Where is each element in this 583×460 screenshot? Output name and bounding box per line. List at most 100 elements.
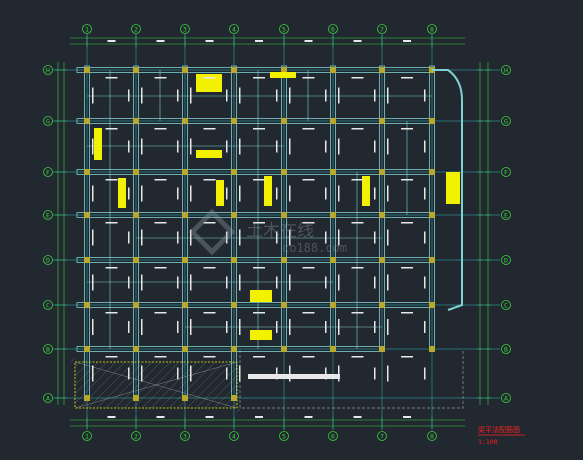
column <box>231 302 237 308</box>
dimension-value <box>205 40 214 42</box>
beam-label <box>401 77 413 79</box>
drawing-title-scale: 1:100 <box>478 438 498 446</box>
column <box>281 302 287 308</box>
column <box>182 118 188 124</box>
beam-label <box>177 89 179 102</box>
beam-label <box>239 319 241 335</box>
axis-bubble-label: 3 <box>183 433 187 441</box>
beam-label <box>424 321 426 333</box>
column <box>429 169 435 175</box>
column <box>330 346 336 352</box>
beam-label <box>190 87 192 104</box>
beam-label <box>351 312 364 314</box>
column <box>429 346 435 352</box>
column <box>133 67 139 73</box>
axis-bubble-label: 3 <box>183 26 187 34</box>
dimension-value <box>107 40 116 42</box>
beam-label <box>387 274 389 291</box>
beam-label <box>141 138 143 155</box>
beam-label <box>253 312 265 314</box>
axis-bubble-label: 5 <box>282 433 286 441</box>
beam-label <box>128 321 130 333</box>
column <box>84 302 90 308</box>
beam-label <box>374 367 376 380</box>
beam-label <box>338 185 340 202</box>
beam-label <box>154 179 167 181</box>
dimension-value <box>353 416 362 418</box>
column <box>133 169 139 175</box>
beam-label <box>289 138 291 155</box>
column <box>133 257 139 263</box>
column <box>379 346 385 352</box>
beam-label <box>92 229 94 246</box>
axis-bubble-label: B <box>46 346 50 354</box>
beam-label <box>141 87 143 104</box>
beam-label <box>203 179 216 181</box>
axis-bubble-label: 7 <box>380 26 384 34</box>
beam-label <box>141 274 143 291</box>
axis-bubble-label: D <box>504 257 508 265</box>
beam-label <box>325 140 327 153</box>
beam-label <box>239 229 241 246</box>
column <box>84 67 90 73</box>
beam-label <box>253 179 265 181</box>
column <box>84 395 90 401</box>
beam-label <box>338 87 340 104</box>
column <box>231 169 237 175</box>
axis-bubble-label: 6 <box>331 433 335 441</box>
beam-label <box>239 365 241 382</box>
beam-label <box>302 179 315 181</box>
column <box>231 118 237 124</box>
dimension-value <box>156 40 165 42</box>
column <box>330 67 336 73</box>
beam-label <box>105 312 118 314</box>
beam-label <box>351 222 364 224</box>
beam-label <box>374 89 376 102</box>
column <box>281 212 287 218</box>
beam-label <box>302 128 315 130</box>
beam-label <box>424 89 426 102</box>
beam-label <box>239 87 241 104</box>
beam-label <box>374 140 376 153</box>
dimension-value <box>107 416 116 418</box>
axis-bubble-label: 4 <box>232 26 236 34</box>
column <box>429 257 435 263</box>
column <box>379 257 385 263</box>
beam-label <box>203 128 216 130</box>
column <box>379 302 385 308</box>
beam-label <box>253 128 265 130</box>
axis-bubble-label: 1 <box>85 26 89 34</box>
axis-bubble-label: 2 <box>134 26 138 34</box>
section-bar <box>248 374 340 379</box>
beam-label <box>190 185 192 202</box>
beam-label <box>424 367 426 380</box>
column <box>182 395 188 401</box>
column <box>133 395 139 401</box>
beam-label <box>401 179 413 181</box>
beam-label <box>289 185 291 202</box>
note-block <box>270 72 296 78</box>
axis-bubble-label: D <box>46 257 50 265</box>
beam-label <box>289 87 291 104</box>
column <box>84 212 90 218</box>
beam-label <box>154 222 167 224</box>
beam-label <box>276 187 278 200</box>
beam-label <box>424 276 426 289</box>
beam-label <box>92 274 94 291</box>
column <box>84 346 90 352</box>
dimension-value <box>156 416 165 418</box>
dimension-value <box>403 40 411 42</box>
axis-bubble-label: 6 <box>331 26 335 34</box>
column <box>429 212 435 218</box>
beam-label <box>141 185 143 202</box>
column <box>84 169 90 175</box>
beam-label <box>289 274 291 291</box>
column <box>231 395 237 401</box>
drawing-title-name: 梁平法配筋图 <box>478 425 520 434</box>
note-block <box>250 330 272 340</box>
beam-label <box>302 77 315 79</box>
dimension-value <box>353 40 362 42</box>
axis-bubble-label: 4 <box>232 433 236 441</box>
axis-bubble-label: 2 <box>134 433 138 441</box>
beam-label <box>190 319 192 335</box>
